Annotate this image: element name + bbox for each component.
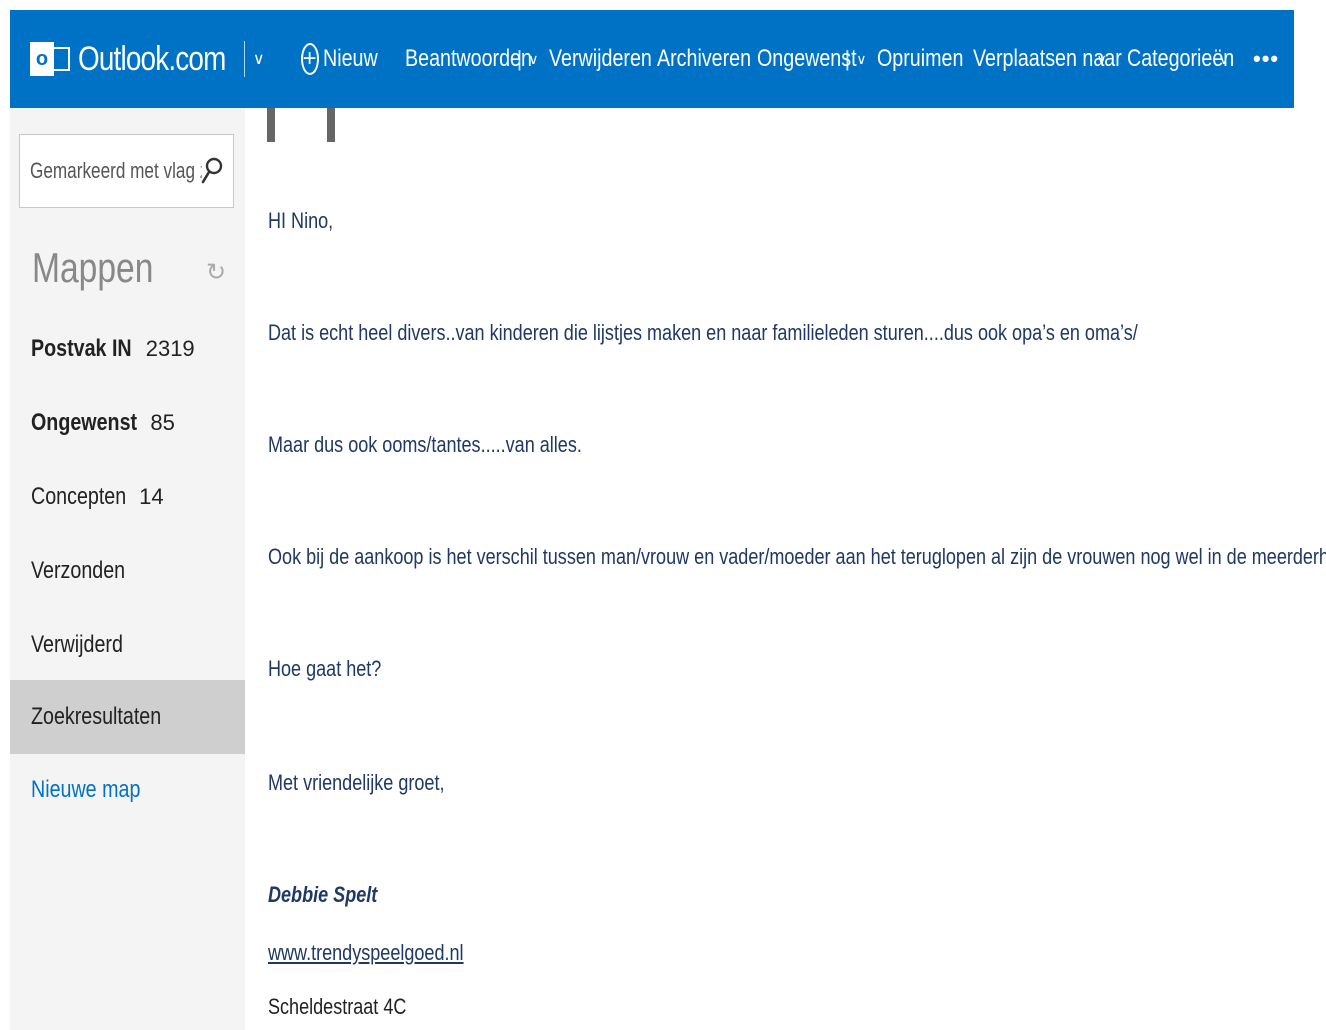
folder-search-results[interactable]: Zoekresultaten xyxy=(10,680,245,754)
folder-label: Verzonden xyxy=(31,557,126,584)
folder-label: Verwijderd xyxy=(31,631,123,658)
new-folder-link[interactable]: Nieuwe map xyxy=(31,776,140,804)
outlook-logo[interactable]: o Outlook.com ∨ xyxy=(30,29,265,89)
plus-circle-icon: + xyxy=(300,43,319,75)
reply-button[interactable]: Beantwoorden xyxy=(405,45,532,73)
folder-junk[interactable]: Ongewenst 85 xyxy=(10,386,245,460)
unread-count: 2319 xyxy=(145,336,195,361)
junk-separator: | xyxy=(844,46,851,71)
refresh-icon[interactable]: ↻ xyxy=(206,258,226,287)
closing-text: Met vriendelijke groet, xyxy=(268,770,445,795)
reply-separator: | xyxy=(516,46,523,71)
new-button-label: Nieuw xyxy=(322,45,378,72)
folder-sidebar: Mappen ↻ Postvak IN 2319 Ongewenst 85 Co… xyxy=(10,108,245,1030)
new-button[interactable]: + Nieuw xyxy=(300,43,385,75)
folder-drafts[interactable]: Concepten 14 xyxy=(10,460,245,534)
categories-button[interactable]: Categorieën xyxy=(1127,45,1234,73)
paragraph-1: Dat is echt heel divers..van kinderen di… xyxy=(268,320,1138,345)
archive-button[interactable]: Archiveren xyxy=(657,45,751,73)
greeting-text: HI Nino, xyxy=(268,208,334,233)
search-box[interactable] xyxy=(19,134,234,208)
command-toolbar: + Nieuw Beantwoorden | ∨ Verwijderen Arc… xyxy=(300,29,1280,89)
folder-label: Postvak IN xyxy=(31,335,132,362)
logo-separator xyxy=(243,41,245,77)
search-icon[interactable] xyxy=(201,157,223,185)
folder-label: Zoekresultaten xyxy=(31,703,162,730)
top-bar: o Outlook.com ∨ + Nieuw Beantwoorden | ∨… xyxy=(10,10,1294,108)
junk-options-chevron-icon[interactable]: ∨ xyxy=(856,51,866,68)
signature-address: Scheldestraat 4C xyxy=(268,994,407,1019)
delete-button[interactable]: Verwijderen xyxy=(549,45,652,73)
folder-label: Concepten xyxy=(31,483,127,510)
item-count: 14 xyxy=(139,484,164,509)
chevron-down-icon[interactable]: ∨ xyxy=(253,49,265,69)
folders-heading: Mappen xyxy=(32,244,154,291)
folder-inbox[interactable]: Postvak IN 2319 xyxy=(10,312,245,386)
paragraph-4: Hoe gaat het? xyxy=(268,656,382,681)
unread-count: 85 xyxy=(150,410,175,435)
brand-name: Outlook.com xyxy=(78,39,226,78)
message-body: HI Nino, Dat is echt heel divers..van ki… xyxy=(245,108,1326,1030)
more-options-icon[interactable]: ••• xyxy=(1253,46,1279,72)
junk-button[interactable]: Ongewenst xyxy=(757,45,857,73)
folder-sent[interactable]: Verzonden xyxy=(10,534,245,608)
folder-deleted[interactable]: Verwijderd xyxy=(10,608,245,682)
signature-name: Debbie Spelt xyxy=(268,882,378,907)
paragraph-2: Maar dus ook ooms/tantes.....van alles. xyxy=(268,432,582,457)
quote-decoration xyxy=(267,108,343,142)
paragraph-3: Ook bij de aankoop is het verschil tusse… xyxy=(268,544,1326,569)
outlook-logo-icon: o xyxy=(30,40,72,78)
sweep-button[interactable]: Opruimen xyxy=(877,45,963,73)
signature-website-link[interactable]: www.trendyspeelgoed.nl xyxy=(268,940,464,966)
move-to-button[interactable]: Verplaatsen naar xyxy=(973,45,1122,73)
search-input[interactable] xyxy=(30,158,202,184)
folder-label: Ongewenst xyxy=(31,409,138,436)
